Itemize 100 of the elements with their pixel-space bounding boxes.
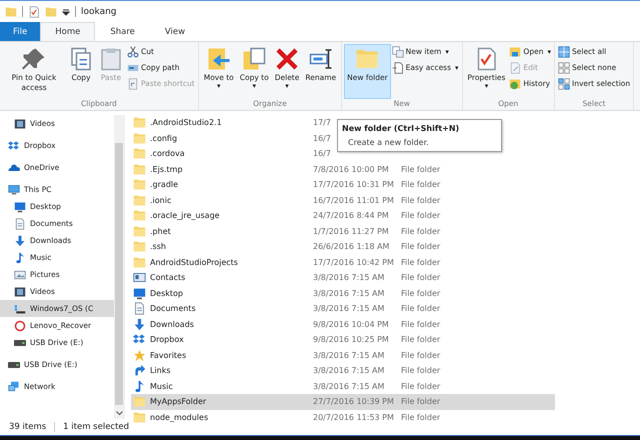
type-cell: File folder — [401, 242, 440, 252]
folder-icon — [133, 410, 146, 424]
edit-icon — [509, 62, 522, 74]
file-row[interactable]: Desktop 3/8/2016 7:15 AM File folder — [131, 286, 555, 301]
file-name: .phet — [150, 226, 171, 236]
folder-icon — [133, 132, 146, 145]
folder-icon — [5, 6, 17, 18]
date-cell-text: 7/8/2016 10:00 PM — [313, 164, 390, 174]
file-name: .cordova — [150, 149, 185, 158]
monitor-icon — [14, 200, 26, 212]
type-cell: File folder — [401, 320, 440, 329]
date-cell-text: 16/7/2016 11:01 PM — [313, 196, 395, 205]
window-title: lookang — [81, 6, 116, 16]
scroll-down-icon[interactable] — [116, 411, 122, 416]
invert-selection-icon — [558, 78, 570, 90]
date-cell-text: 3/8/2016 7:15 AM — [313, 382, 386, 391]
file-row[interactable]: AndroidStudioProjects 17/7/2016 10:42 PM File folder — [131, 254, 555, 270]
date-cell-text: 27/7/2016 10:39 PM — [313, 397, 395, 406]
date-cell-text: 20/7/2016 11:53 PM — [313, 412, 395, 422]
folder-icon — [133, 178, 146, 192]
date-cell-text: 3/8/2016 7:15 AM — [313, 366, 386, 376]
date-cell-text: 9/8/2016 10:25 PM — [313, 335, 390, 344]
type-cell: File folder — [401, 397, 440, 406]
ribbon-tab[interactable]: Share — [95, 22, 150, 41]
file-row[interactable]: .oracle_jre_usage 24/7/2016 8:44 PM File folder — [131, 208, 555, 224]
date-cell-text: 3/8/2016 7:15 AM — [313, 288, 386, 298]
folder-icon — [133, 147, 146, 160]
file-row[interactable]: Favorites 3/8/2016 7:15 AM File folder — [131, 348, 555, 363]
file-name: .oracle_jre_usage — [150, 211, 220, 220]
file-row[interactable]: .config 16/7 — [131, 130, 331, 146]
file-name: AndroidStudioProjects — [150, 258, 238, 267]
folder-icon — [133, 224, 146, 238]
computer-icon — [8, 184, 20, 196]
film-icon — [14, 286, 26, 298]
contact-card-icon — [133, 271, 146, 284]
rename-icon — [308, 47, 333, 71]
scroll-thumb[interactable] — [115, 143, 123, 405]
document-icon — [133, 302, 146, 316]
ribbon-tab[interactable]: View — [150, 22, 200, 41]
file-row[interactable]: MyAppsFolder 27/7/2016 10:39 PM File folder — [131, 394, 555, 410]
copy-to-icon — [242, 47, 266, 71]
file-row[interactable]: .ssh 26/6/2016 1:18 AM File folder — [131, 239, 555, 254]
type-cell: File folder — [401, 366, 440, 376]
file-row[interactable]: Music 3/8/2016 7:15 AM File folder — [131, 378, 555, 394]
file-row[interactable]: Documents 3/8/2016 7:15 AM File folder — [131, 301, 555, 316]
select-none-icon — [558, 62, 570, 74]
properties-icon[interactable] — [28, 6, 40, 18]
file-row[interactable]: Links 3/8/2016 7:15 AM File folder — [131, 363, 555, 378]
shortcut-icon — [127, 78, 139, 90]
folder-icon — [133, 209, 146, 222]
network-icon — [8, 380, 20, 392]
ribbon-tab[interactable]: Home — [40, 22, 96, 41]
copy-icon — [69, 47, 93, 71]
file-row[interactable]: .ionic 16/7/2016 11:01 PM File folder — [131, 192, 555, 208]
pin-icon — [22, 47, 46, 71]
file-tab[interactable]: File — [0, 22, 40, 41]
file-name: .ionic — [150, 196, 172, 205]
folder-icon — [133, 162, 146, 176]
cloud-icon — [8, 162, 20, 174]
date-cell: 16/7 — [313, 134, 331, 143]
star-icon — [133, 348, 146, 362]
type-cell: File folder — [401, 226, 440, 236]
date-cell-text: 1/7/2016 11:27 PM — [313, 226, 390, 236]
folder-icon — [133, 256, 146, 269]
folder-icon — [133, 395, 146, 408]
file-row[interactable]: .phet 1/7/2016 11:27 PM File folder — [131, 224, 555, 239]
folder-icon — [133, 240, 146, 254]
tooltip-text: Create a new folder. — [347, 138, 430, 147]
date-cell-text: 3/8/2016 7:15 AM — [313, 304, 386, 314]
easy-access-icon — [392, 62, 404, 74]
file-row[interactable]: Contacts 3/8/2016 7:15 AM File folder — [131, 270, 555, 286]
document-icon — [14, 218, 26, 230]
file-name: Music — [150, 382, 173, 391]
clipboard-icon — [99, 47, 123, 71]
scrollbar[interactable] — [114, 115, 124, 419]
down-arrow-icon — [133, 318, 146, 331]
file-row[interactable]: node_modules 20/7/2016 11:53 PM File folder — [131, 410, 555, 425]
customize-dropdown-icon[interactable] — [62, 8, 70, 16]
type-cell: File folder — [401, 412, 440, 422]
file-row[interactable]: .Ejs.tmp 7/8/2016 10:00 PM File folder — [131, 162, 555, 177]
history-icon — [509, 78, 522, 90]
file-row[interactable]: .AndroidStudio2.1 17/7 — [131, 115, 331, 130]
open-icon — [509, 46, 522, 58]
file-row[interactable]: .cordova 16/7 — [131, 146, 331, 162]
scissors-icon — [127, 46, 139, 58]
folder-icon — [133, 116, 146, 130]
folder-icon — [355, 47, 380, 71]
folder-icon — [133, 194, 146, 207]
file-row[interactable]: Downloads 9/8/2016 10:04 PM File folder — [131, 316, 555, 332]
type-cell: File folder — [401, 382, 440, 391]
select-all-icon — [558, 46, 570, 58]
file-name: .AndroidStudio2.1 — [150, 118, 222, 128]
type-cell: File folder — [401, 211, 440, 220]
file-name: Links — [150, 366, 171, 376]
date-cell-text: 9/8/2016 10:04 PM — [313, 320, 390, 329]
item-count: 39 items — [9, 422, 46, 432]
type-cell: File folder — [401, 273, 440, 282]
file-row[interactable]: .gradle 17/7/2016 10:31 PM File folder — [131, 177, 555, 192]
type-cell: File folder — [401, 288, 440, 298]
file-row[interactable]: Dropbox 9/8/2016 10:25 PM File folder — [131, 332, 555, 348]
